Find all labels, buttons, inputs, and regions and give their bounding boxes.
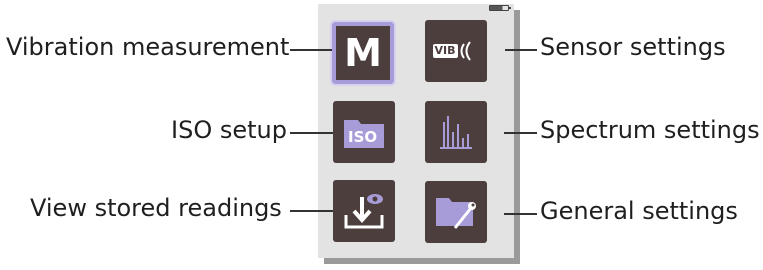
- wave-icon: [460, 41, 471, 61]
- sensor-settings-button[interactable]: VIB: [425, 20, 487, 82]
- vib-badge: VIB: [432, 44, 458, 58]
- iso-folder-icon: ISO: [342, 114, 386, 150]
- iso-setup-button[interactable]: ISO: [333, 101, 395, 163]
- folder-wrench-icon: [436, 198, 476, 229]
- sensor-settings-label: Sensor settings: [540, 33, 726, 61]
- letter-m-icon: M: [344, 31, 382, 75]
- view-stored-readings-label: View stored readings: [30, 194, 282, 222]
- view-stored-readings-button[interactable]: [333, 180, 395, 242]
- iso-setup-label: ISO setup: [171, 116, 287, 144]
- battery-icon: [489, 5, 511, 11]
- vibration-measurement-button[interactable]: M: [330, 20, 396, 86]
- vib-sensor-icon: VIB: [432, 40, 480, 62]
- connector-line: [290, 210, 333, 212]
- connector-line: [290, 49, 332, 51]
- spectrum-settings-label: Spectrum settings: [540, 116, 760, 144]
- connector-line: [505, 49, 537, 51]
- spectrum-settings-button[interactable]: [425, 101, 487, 163]
- general-settings-label: General settings: [540, 197, 738, 225]
- download-eye-icon: [344, 194, 384, 229]
- iso-text: ISO: [348, 128, 378, 146]
- connector-line: [504, 213, 537, 215]
- general-settings-button[interactable]: [425, 181, 487, 243]
- connector-line: [504, 132, 537, 134]
- connector-line: [290, 132, 333, 134]
- vibration-measurement-label: Vibration measurement: [6, 33, 290, 61]
- spectrum-bars-icon: [440, 116, 472, 149]
